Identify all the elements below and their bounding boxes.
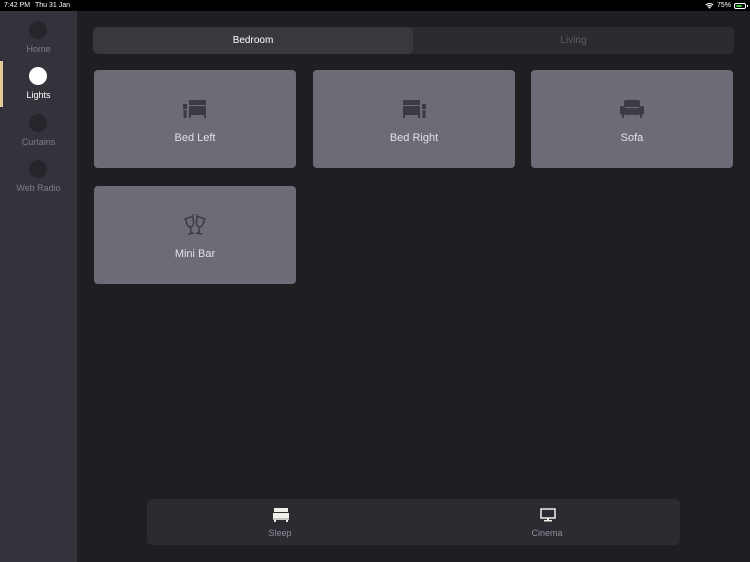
battery-fill — [736, 4, 742, 7]
active-indicator — [0, 61, 3, 107]
status-right: 75% — [705, 0, 748, 11]
scene-bar: Sleep Cinema — [147, 499, 680, 545]
light-tile-mini-bar[interactable]: Mini Bar — [94, 186, 296, 284]
sidebar-item-label: Curtains — [21, 137, 56, 147]
bed-left-icon — [183, 100, 206, 118]
sofa-icon — [620, 100, 644, 118]
light-tile-bed-left[interactable]: Bed Left — [94, 70, 296, 168]
monitor-icon — [540, 508, 556, 522]
room-segmented-control: Bedroom Living — [93, 27, 734, 54]
sidebar-item-web-radio[interactable]: Web Radio — [0, 154, 77, 200]
sidebar: Home Lights Curtains Web Radio — [0, 11, 77, 562]
sidebar-item-lights[interactable]: Lights — [0, 61, 77, 107]
scene-label: Sleep — [268, 528, 292, 538]
status-bar: 7:42 PM Thu 31 Jan 75% — [0, 0, 750, 11]
scene-cinema-button[interactable]: Cinema — [414, 499, 680, 545]
app-screen: 7:42 PM Thu 31 Jan 75% Home Lights Curta… — [0, 0, 750, 562]
light-tile-bed-right[interactable]: Bed Right — [313, 70, 515, 168]
wifi-icon — [705, 2, 714, 9]
wine-glasses-icon — [184, 214, 206, 235]
web-radio-dot-icon — [29, 160, 47, 178]
light-tile-sofa[interactable]: Sofa — [531, 70, 733, 168]
tile-label: Sofa — [620, 132, 644, 144]
sidebar-item-label: Lights — [26, 90, 51, 100]
bed-icon — [273, 508, 289, 522]
sidebar-item-label: Web Radio — [16, 183, 61, 193]
sidebar-item-label: Home — [26, 44, 51, 54]
tab-bedroom[interactable]: Bedroom — [93, 27, 413, 54]
tile-label: Bed Right — [389, 132, 439, 144]
scene-sleep-button[interactable]: Sleep — [147, 499, 413, 545]
bed-right-icon — [403, 100, 426, 118]
scene-label: Cinema — [531, 528, 563, 538]
status-time: 7:42 PM — [4, 2, 31, 9]
battery-icon — [734, 2, 748, 9]
tile-label: Bed Left — [174, 132, 216, 144]
battery-percent: 75% — [716, 2, 731, 9]
tile-label: Mini Bar — [174, 248, 216, 260]
status-date: Thu 31 Jan — [35, 2, 71, 9]
sidebar-item-curtains[interactable]: Curtains — [0, 108, 77, 154]
sidebar-item-home[interactable]: Home — [0, 15, 77, 61]
tab-living[interactable]: Living — [413, 27, 734, 54]
lights-dot-icon — [29, 67, 47, 85]
home-dot-icon — [29, 21, 47, 39]
curtains-dot-icon — [29, 114, 47, 132]
